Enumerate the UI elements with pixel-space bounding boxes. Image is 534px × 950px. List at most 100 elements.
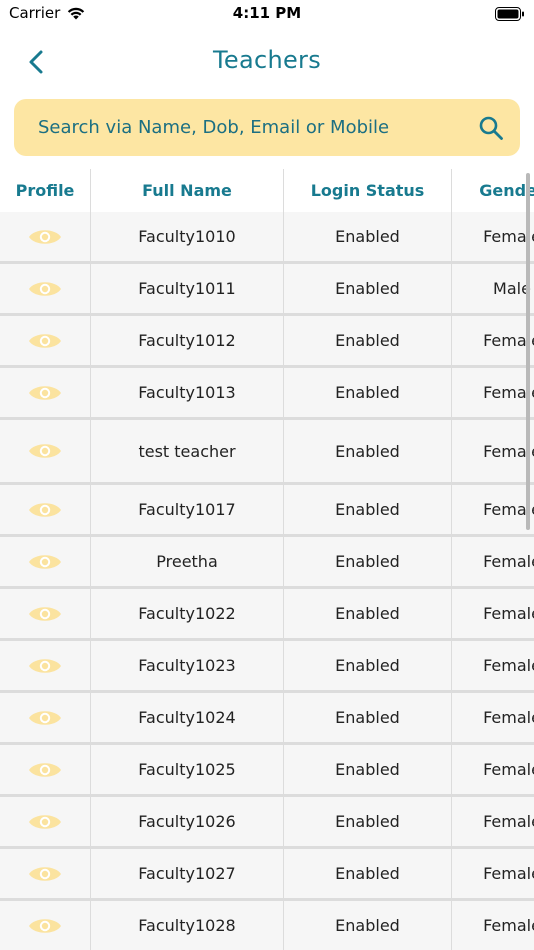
column-divider [90,693,91,742]
profile-cell [0,797,90,846]
column-divider [283,849,284,898]
column-divider [283,901,284,950]
column-divider [451,169,452,212]
table-row[interactable]: Faculty1024 Enabled Female [0,693,534,745]
eye-icon[interactable] [28,811,62,833]
column-divider [451,693,452,742]
table-row[interactable]: Faculty1013 Enabled Female [0,368,534,420]
table-row[interactable]: Faculty1025 Enabled Female [0,745,534,797]
eye-icon[interactable] [28,759,62,781]
column-divider [451,264,452,313]
column-divider [451,420,452,482]
gender-cell: Female [483,760,534,779]
profile-cell [0,589,90,638]
table-row[interactable]: Faculty1017 Enabled Female [0,485,534,537]
vertical-scrollbar[interactable] [526,173,530,530]
column-header-full-name: Full Name [142,181,232,200]
table-row[interactable]: Faculty1022 Enabled Female [0,589,534,641]
column-divider [90,537,91,586]
profile-cell [0,641,90,690]
login-status-cell: Enabled [335,552,400,571]
table-body: Faculty1010 Enabled Female Faculty1011 Enabl… [0,212,534,950]
column-divider [90,212,91,261]
eye-icon[interactable] [28,863,62,885]
eye-icon[interactable] [28,278,62,300]
column-divider [451,641,452,690]
column-divider [90,169,91,212]
eye-icon[interactable] [28,499,62,521]
profile-cell [0,849,90,898]
eye-icon[interactable] [28,440,62,462]
column-divider [90,485,91,534]
column-divider [90,797,91,846]
gender-cell: Female [483,331,534,350]
login-status-cell: Enabled [335,500,400,519]
column-divider [90,316,91,365]
status-bar: Carrier 4:11 PM [0,0,534,30]
full-name-cell: Faculty1026 [138,812,236,831]
gender-cell: Female [483,383,534,402]
column-divider [283,485,284,534]
table-row[interactable]: Faculty1012 Enabled Female [0,316,534,368]
table-row[interactable]: Preetha Enabled Female [0,537,534,589]
column-header-profile: Profile [15,181,75,200]
table-header: Profile Full Name Login Status Gender [0,169,534,213]
full-name-cell: Preetha [156,552,218,571]
gender-cell: Female [483,227,534,246]
page-title: Teachers [213,46,321,74]
login-status-cell: Enabled [335,812,400,831]
login-status-cell: Enabled [335,656,400,675]
eye-icon[interactable] [28,226,62,248]
column-divider [283,693,284,742]
eye-icon[interactable] [28,330,62,352]
battery-icon [495,7,524,21]
column-divider [90,901,91,950]
table-row[interactable]: test teacher Enabled Female [0,420,534,485]
eye-icon[interactable] [28,655,62,677]
table-row[interactable]: Faculty1027 Enabled Female [0,849,534,901]
profile-cell [0,420,90,482]
column-divider [90,745,91,794]
full-name-cell: Faculty1012 [138,331,236,350]
column-divider [283,264,284,313]
column-divider [451,901,452,950]
table-row[interactable]: Faculty1011 Enabled Male [0,264,534,316]
eye-icon[interactable] [28,551,62,573]
column-header-login-status: Login Status [310,181,425,200]
column-divider [283,745,284,794]
eye-icon[interactable] [28,382,62,404]
column-divider [451,849,452,898]
full-name-cell: Faculty1025 [138,760,236,779]
column-divider [451,537,452,586]
eye-icon[interactable] [28,603,62,625]
table-row[interactable]: Faculty1010 Enabled Female [0,212,534,264]
column-divider [451,485,452,534]
full-name-cell: Faculty1022 [138,604,236,623]
full-name-cell: Faculty1027 [138,864,236,883]
teachers-table: Profile Full Name Login Status Gender Fa… [0,169,534,950]
gender-cell: Female [483,441,534,461]
gender-cell: Female [483,916,534,935]
full-name-cell: Faculty1024 [138,708,236,727]
column-divider [283,641,284,690]
login-status-cell: Enabled [335,864,400,883]
column-divider [90,420,91,482]
profile-cell [0,316,90,365]
table-row[interactable]: Faculty1026 Enabled Female [0,797,534,849]
login-status-cell: Enabled [335,331,400,350]
column-header-gender: Gender [479,181,534,200]
column-divider [283,420,284,482]
table-row[interactable]: Faculty1023 Enabled Female [0,641,534,693]
status-time: 4:11 PM [232,4,302,22]
search-input[interactable] [38,107,458,147]
table-row[interactable]: Faculty1028 Enabled Female [0,901,534,950]
profile-cell [0,485,90,534]
profile-cell [0,693,90,742]
search-icon[interactable] [478,115,504,141]
profile-cell [0,368,90,417]
full-name-cell: Faculty1017 [138,500,236,519]
gender-cell: Female [483,708,534,727]
eye-icon[interactable] [28,707,62,729]
eye-icon[interactable] [28,915,62,937]
full-name-cell: Faculty1010 [138,227,236,246]
